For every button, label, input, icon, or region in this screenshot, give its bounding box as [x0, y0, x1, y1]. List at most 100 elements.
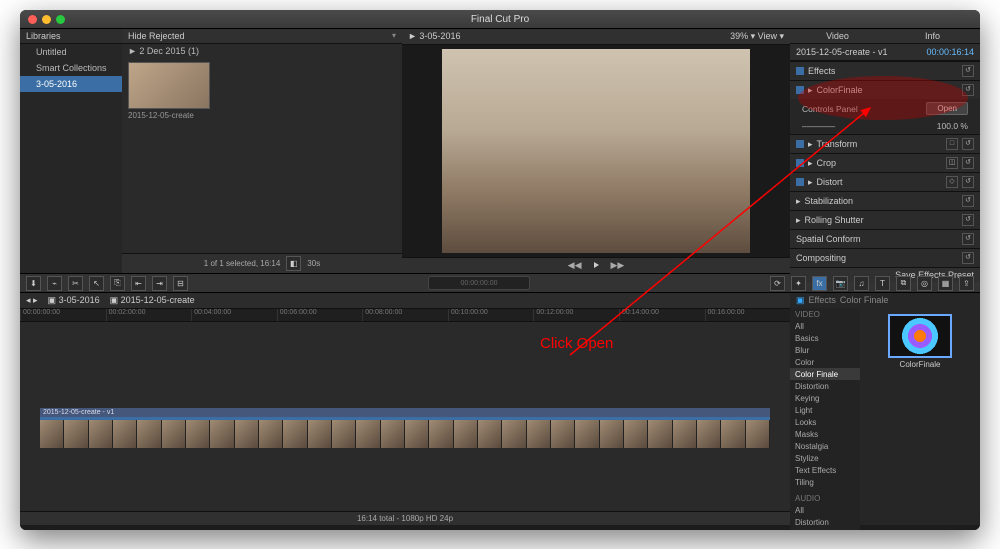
inspector-timecode: 00:00:16:14 — [926, 47, 974, 57]
cat-all[interactable]: All — [790, 320, 860, 332]
inspector-clip-header: 2015-12-05-create - v1 00:00:16:14 — [790, 44, 980, 61]
keyword-button[interactable]: ⌁ — [47, 276, 62, 291]
append-button[interactable]: ⇥ — [152, 276, 167, 291]
effect-thumbnail[interactable] — [888, 314, 952, 358]
section-reset-button[interactable]: ↺ — [962, 233, 974, 245]
cat-nostalgia[interactable]: Nostalgia — [790, 440, 860, 452]
events-appearance-button[interactable]: ◧ — [286, 256, 301, 271]
crop-tool-button[interactable]: ◫ — [946, 157, 958, 169]
section-reset-button[interactable]: ↺ — [962, 84, 974, 96]
events-selection-status: 1 of 1 selected, 16:14 — [204, 259, 281, 268]
music-browser-button[interactable]: ♫ — [854, 276, 869, 291]
section-reset-button[interactable]: ↺ — [962, 195, 974, 207]
retiming-button[interactable]: ⟳ — [770, 276, 785, 291]
effects-enable-icon[interactable] — [796, 67, 804, 75]
cat-color-finale[interactable]: Color Finale — [790, 368, 860, 380]
event-date-group[interactable]: ► 2 Dec 2015 (1) — [122, 44, 402, 58]
inspector-tab-info[interactable]: Info — [885, 29, 980, 43]
event-clip-thumbnail[interactable] — [128, 62, 210, 109]
events-duration-pill[interactable]: 30s — [307, 259, 320, 268]
crop-enable-icon[interactable] — [796, 159, 804, 167]
section-compositing[interactable]: Compositing↺ — [790, 248, 980, 267]
param-controls-panel: Controls Panel Open — [790, 99, 980, 118]
enhance-button[interactable]: ✦ — [791, 276, 806, 291]
transform-tool-button[interactable]: □ — [946, 138, 958, 150]
cat-color[interactable]: Color — [790, 356, 860, 368]
section-reset-button[interactable]: ↺ — [962, 138, 974, 150]
cat-audio-all[interactable]: All — [790, 504, 860, 516]
transitions-browser-button[interactable]: ⧉ — [896, 276, 911, 291]
import-button[interactable]: ⬇ — [26, 276, 41, 291]
share-button[interactable]: ⇪ — [959, 276, 974, 291]
section-reset-button[interactable]: ↺ — [962, 65, 974, 77]
effects-breadcrumb: Color Finale — [840, 295, 889, 306]
cat-masks[interactable]: Masks — [790, 428, 860, 440]
section-reset-button[interactable]: ↺ — [962, 176, 974, 188]
open-controls-panel-button[interactable]: Open — [926, 102, 968, 115]
timecode-dashboard[interactable]: 00:00:00:00 — [428, 276, 530, 290]
section-reset-button[interactable]: ↺ — [962, 214, 974, 226]
cat-blur[interactable]: Blur — [790, 344, 860, 356]
inspector-tab-video[interactable]: Video — [790, 29, 885, 43]
breadcrumb-project[interactable]: ▣ 2015-12-05-create — [110, 295, 195, 306]
colorfinale-enable-icon[interactable] — [796, 86, 804, 94]
timeline-clip[interactable]: 2015-12-05-create - v1 — [40, 408, 770, 448]
next-frame-button[interactable]: ▶▶ — [611, 260, 625, 271]
transform-enable-icon[interactable] — [796, 140, 804, 148]
connect-button[interactable]: ⎘ — [110, 276, 125, 291]
section-rolling-shutter[interactable]: ▸ Rolling Shutter↺ — [790, 210, 980, 229]
play-button[interactable] — [594, 260, 599, 271]
effects-categories: VIDEO All Basics Blur Color Color Finale… — [790, 308, 860, 530]
themes-browser-button[interactable]: ◎ — [917, 276, 932, 291]
events-header[interactable]: Hide Rejected ▾ — [122, 29, 402, 44]
toolbar-center: 00:00:00:00 — [194, 276, 764, 290]
timeline-tracks[interactable]: 2015-12-05-create - v1 — [20, 322, 790, 511]
distort-tool-button[interactable]: ◇ — [946, 176, 958, 188]
cat-audio-echo[interactable]: Echo — [790, 528, 860, 530]
section-stabilization[interactable]: ▸ Stabilization↺ — [790, 191, 980, 210]
library-item-untitled[interactable]: Untitled — [20, 44, 122, 60]
param-percent: ––––––– 100.0 % — [790, 118, 980, 134]
effect-thumbnail-label: ColorFinale — [900, 360, 941, 369]
overwrite-button[interactable]: ⊟ — [173, 276, 188, 291]
param-percent-label: ––––––– — [802, 121, 835, 131]
section-reset-button[interactable]: ↺ — [962, 252, 974, 264]
cat-looks[interactable]: Looks — [790, 416, 860, 428]
photos-browser-button[interactable]: 📷 — [833, 276, 848, 291]
viewer-view-menu[interactable]: View — [758, 31, 777, 41]
ruler-tick: 00:12:00:00 — [533, 309, 619, 321]
cat-stylize[interactable]: Stylize — [790, 452, 860, 464]
titles-browser-button[interactable]: T — [875, 276, 890, 291]
tools-button[interactable]: ✂ — [68, 276, 83, 291]
section-effects[interactable]: Effects↺ — [790, 61, 980, 80]
breadcrumb-event[interactable]: ▣ 3-05-2016 — [48, 295, 100, 306]
distort-enable-icon[interactable] — [796, 178, 804, 186]
cat-audio-distortion[interactable]: Distortion — [790, 516, 860, 528]
cat-keying[interactable]: Keying — [790, 392, 860, 404]
section-stabilization-label: Stabilization — [805, 196, 854, 206]
section-reset-button[interactable]: ↺ — [962, 157, 974, 169]
viewer-zoom[interactable]: 39% — [730, 31, 748, 41]
section-crop[interactable]: ▸ Crop◫↺ — [790, 153, 980, 172]
library-item-selected[interactable]: 3-05-2016 — [20, 76, 122, 92]
timeline-ruler[interactable]: 00:00:00:00 00:02:00:00 00:04:00:00 00:0… — [20, 309, 790, 322]
generators-browser-button[interactable]: ▦ — [938, 276, 953, 291]
section-transform[interactable]: ▸ Transform□↺ — [790, 134, 980, 153]
prev-frame-button[interactable]: ◀◀ — [568, 260, 582, 271]
arrow-tool-button[interactable]: ↖ — [89, 276, 104, 291]
section-spatial-conform[interactable]: Spatial Conform↺ — [790, 229, 980, 248]
cat-distortion[interactable]: Distortion — [790, 380, 860, 392]
section-colorfinale[interactable]: ▸ ColorFinale↺ — [790, 80, 980, 99]
cat-basics[interactable]: Basics — [790, 332, 860, 344]
cat-tiling[interactable]: Tiling — [790, 476, 860, 488]
cat-text-effects[interactable]: Text Effects — [790, 464, 860, 476]
viewer-canvas[interactable] — [442, 49, 750, 253]
timeline-history-button[interactable]: ◂ ▸ — [26, 295, 38, 306]
library-item-smart-collections[interactable]: Smart Collections — [20, 60, 122, 76]
cat-light[interactable]: Light — [790, 404, 860, 416]
inspector-tabs: Video Info — [790, 29, 980, 44]
section-distort[interactable]: ▸ Distort◇↺ — [790, 172, 980, 191]
ruler-tick: 00:08:00:00 — [362, 309, 448, 321]
insert-button[interactable]: ⇤ — [131, 276, 146, 291]
effects-browser-button[interactable]: fx — [812, 276, 827, 291]
